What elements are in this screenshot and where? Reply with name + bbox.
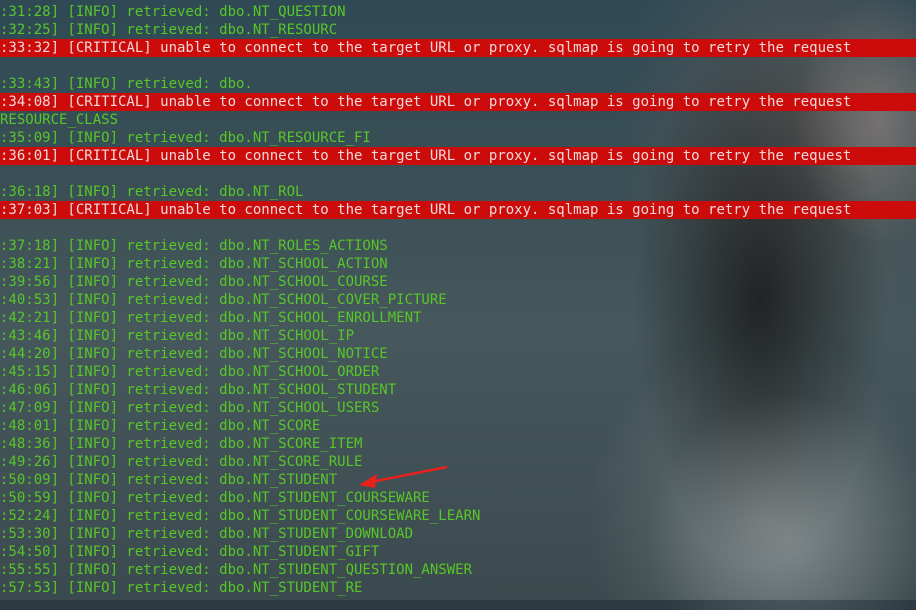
terminal-line: RESOURCE_CLASS (0, 112, 119, 128)
terminal-line: :37:18] [INFO] retrieved: dbo.NT_ROLES_A… (0, 238, 388, 254)
terminal-line: :32:25] [INFO] retrieved: dbo.NT_RESOURC (0, 22, 338, 38)
red-arrow-icon (359, 465, 448, 488)
terminal-output[interactable]: :31:28] [INFO] retrieved: dbo.NT_QUESTIO… (0, 3, 916, 597)
terminal-line: :47:09] [INFO] retrieved: dbo.NT_SCHOOL_… (0, 400, 380, 416)
terminal-line: :45:15] [INFO] retrieved: dbo.NT_SCHOOL_… (0, 364, 380, 380)
terminal-line: :40:53] [INFO] retrieved: dbo.NT_SCHOOL_… (0, 292, 447, 308)
terminal-line: :49:26] [INFO] retrieved: dbo.NT_SCORE_R… (0, 454, 363, 470)
terminal-line: :53:30] [INFO] retrieved: dbo.NT_STUDENT… (0, 526, 414, 542)
terminal-line: :48:01] [INFO] retrieved: dbo.NT_SCORE (0, 418, 321, 434)
terminal-line: :34:08] [CRITICAL] unable to connect to … (0, 93, 916, 111)
terminal-line: :33:32] [CRITICAL] unable to connect to … (0, 39, 916, 57)
terminal-line: :54:50] [INFO] retrieved: dbo.NT_STUDENT… (0, 544, 380, 560)
terminal-line: :42:21] [INFO] retrieved: dbo.NT_SCHOOL_… (0, 310, 422, 326)
terminal-line: :35:09] [INFO] retrieved: dbo.NT_RESOURC… (0, 130, 371, 146)
terminal-line: :55:55] [INFO] retrieved: dbo.NT_STUDENT… (0, 562, 473, 578)
terminal-line: :39:56] [INFO] retrieved: dbo.NT_SCHOOL_… (0, 274, 388, 290)
terminal-line-highlighted: :50:09] [INFO] retrieved: dbo.NT_STUDENT (0, 472, 338, 488)
terminal-line: :57:53] [INFO] retrieved: dbo.NT_STUDENT… (0, 580, 363, 596)
terminal-line: :33:43] [INFO] retrieved: dbo. (0, 76, 253, 92)
terminal-line: :37:03] [CRITICAL] unable to connect to … (0, 201, 916, 219)
terminal-line: :50:59] [INFO] retrieved: dbo.NT_STUDENT… (0, 490, 430, 506)
terminal-line: :36:18] [INFO] retrieved: dbo.NT_ROL (0, 184, 304, 200)
terminal-line: :52:24] [INFO] retrieved: dbo.NT_STUDENT… (0, 508, 481, 524)
terminal-line: :44:20] [INFO] retrieved: dbo.NT_SCHOOL_… (0, 346, 388, 362)
terminal-line: :38:21] [INFO] retrieved: dbo.NT_SCHOOL_… (0, 256, 388, 272)
terminal-line: :43:46] [INFO] retrieved: dbo.NT_SCHOOL_… (0, 328, 355, 344)
terminal-line: :36:01] [CRITICAL] unable to connect to … (0, 147, 916, 165)
terminal-line: :46:06] [INFO] retrieved: dbo.NT_SCHOOL_… (0, 382, 397, 398)
terminal-line: :48:36] [INFO] retrieved: dbo.NT_SCORE_I… (0, 436, 363, 452)
terminal-line: :31:28] [INFO] retrieved: dbo.NT_QUESTIO… (0, 4, 346, 20)
